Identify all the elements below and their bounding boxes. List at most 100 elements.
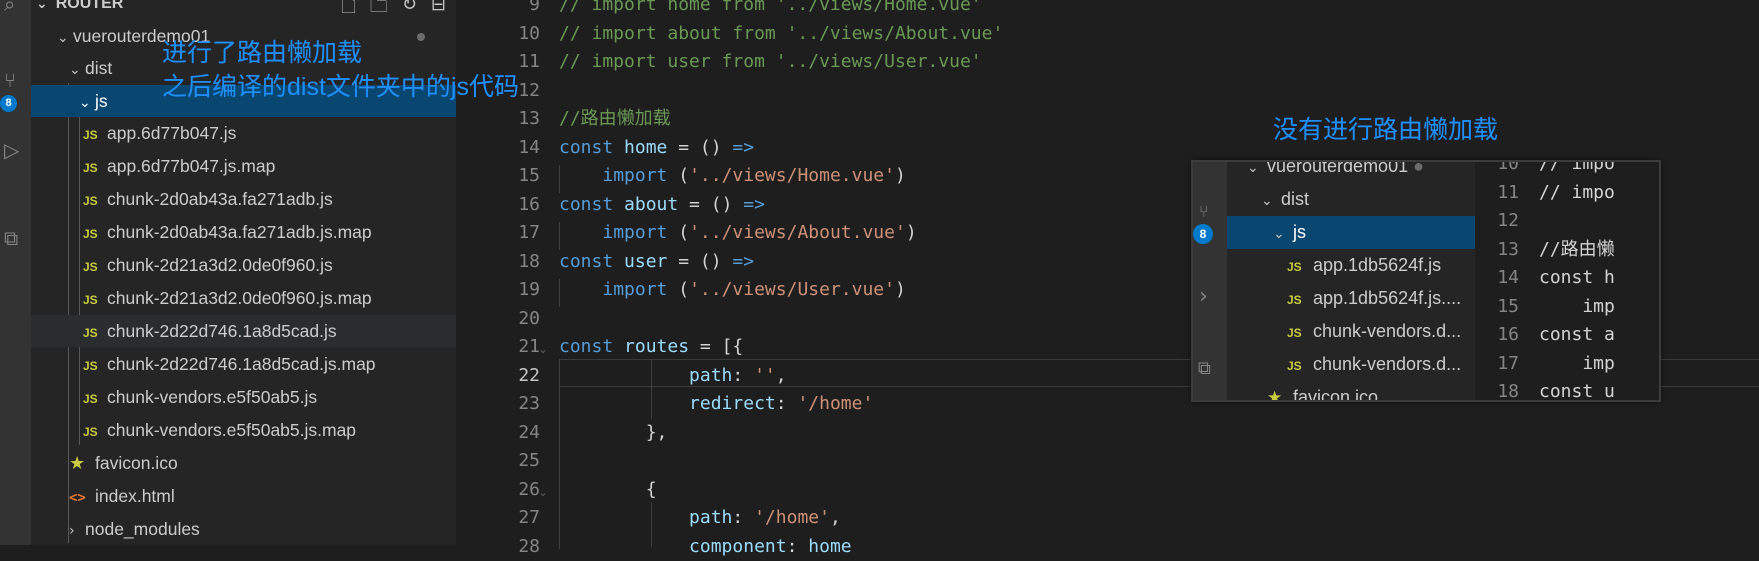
js-folder-label: js bbox=[95, 91, 108, 111]
line-number: 10 bbox=[1475, 162, 1519, 179]
inset-file-item: JSchunk-vendors.d... bbox=[1227, 348, 1475, 381]
line-number: 24 bbox=[456, 419, 540, 448]
file-label: app.6d77b047.js bbox=[107, 123, 236, 143]
line-number: 16 bbox=[1475, 321, 1519, 350]
code-line: const routes = [{ bbox=[559, 333, 743, 362]
js-file-icon: JS bbox=[83, 152, 107, 184]
line-number: 19 bbox=[456, 276, 540, 305]
js-file-icon: JS bbox=[83, 119, 107, 151]
fold-chevron-icon[interactable]: ⌄ bbox=[538, 485, 548, 499]
line-number: 27 bbox=[456, 504, 540, 533]
file-label: favicon.ico bbox=[1293, 387, 1378, 402]
inset-file-item-favicon: ★favicon.ico bbox=[1227, 381, 1475, 402]
line-number: 14 bbox=[456, 134, 540, 163]
line-number: 15 bbox=[1475, 293, 1519, 322]
js-folder-label: js bbox=[1293, 222, 1306, 242]
source-control-icon[interactable]: ⑂ bbox=[4, 70, 16, 90]
run-debug-icon[interactable]: ▷ bbox=[4, 140, 19, 160]
line-number: 17 bbox=[1475, 350, 1519, 379]
activity-bar: ⌕ ⑂ 8 ▷ ⧉ bbox=[0, 0, 31, 545]
js-file-icon: JS bbox=[83, 416, 107, 448]
inset-activity-bar: ⑂ 8 › ⧉ bbox=[1193, 162, 1227, 400]
code-fragment: imp bbox=[1539, 293, 1615, 322]
html-file-icon: <> bbox=[69, 482, 95, 514]
line-number: 18 bbox=[456, 248, 540, 277]
chevron-right-icon: › bbox=[69, 515, 85, 547]
source-control-badge: 8 bbox=[1193, 224, 1213, 244]
code-fragment: // impo bbox=[1539, 162, 1615, 179]
extensions-icon: ⧉ bbox=[1198, 358, 1211, 379]
js-file-icon: JS bbox=[83, 284, 107, 316]
source-control-icon: ⑂ bbox=[1199, 202, 1209, 221]
file-item[interactable]: JSapp.6d77b047.js.map bbox=[31, 150, 456, 182]
annotation-not-lazy-loaded: 没有进行路由懒加载 bbox=[1273, 115, 1498, 145]
file-item[interactable]: JSchunk-2d0ab43a.fa271adb.js bbox=[31, 183, 456, 215]
js-file-icon: JS bbox=[83, 317, 107, 349]
js-file-icon: JS bbox=[83, 185, 107, 217]
chevron-down-icon: ⌄ bbox=[36, 0, 48, 12]
search-icon[interactable]: ⌕ bbox=[4, 0, 15, 14]
explorer-section-header[interactable]: ⌄ ROUTER bbox=[36, 0, 123, 17]
line-number: 13 bbox=[1475, 236, 1519, 265]
file-label: chunk-2d22d746.1a8d5cad.js bbox=[107, 321, 337, 341]
code-line: }, bbox=[559, 419, 667, 448]
js-file-icon: JS bbox=[1287, 284, 1313, 315]
file-item[interactable]: JSchunk-2d22d746.1a8d5cad.js bbox=[31, 315, 456, 347]
dist-label: dist bbox=[85, 58, 112, 78]
file-label: index.html bbox=[95, 486, 175, 506]
file-label: favicon.ico bbox=[95, 453, 178, 473]
file-item[interactable]: JSchunk-vendors.e5f50ab5.js bbox=[31, 381, 456, 413]
file-item[interactable]: JSchunk-2d21a3d2.0de0f960.js bbox=[31, 249, 456, 281]
file-label: chunk-vendors.d... bbox=[1313, 321, 1461, 341]
line-number: 28 bbox=[456, 533, 540, 561]
tree-item-node-modules[interactable]: ›node_modules bbox=[31, 513, 456, 545]
source-control-badge: 8 bbox=[0, 95, 17, 112]
file-item[interactable]: JSchunk-2d22d746.1a8d5cad.js.map bbox=[31, 348, 456, 380]
file-label: chunk-vendors.e5f50ab5.js bbox=[107, 387, 317, 407]
line-number: 18 bbox=[1475, 378, 1519, 400]
extensions-icon[interactable]: ⧉ bbox=[4, 228, 18, 248]
inset-editor: 10 11 12 13 14 15 16 17 18 // impo // im… bbox=[1475, 162, 1659, 400]
code-line: const about = () => bbox=[559, 191, 765, 220]
code-fragment: // impo bbox=[1539, 179, 1615, 208]
chevron-down-icon: ⌄ bbox=[1273, 218, 1293, 249]
file-label: chunk-vendors.e5f50ab5.js.map bbox=[107, 420, 356, 440]
chevron-down-icon: ⌄ bbox=[79, 87, 95, 119]
code-line: const home = () => bbox=[559, 134, 754, 163]
code-line: import ('../views/Home.vue') bbox=[559, 162, 906, 191]
chevron-down-icon: ⌄ bbox=[1247, 160, 1267, 183]
chevron-down-icon: ⌄ bbox=[1261, 185, 1281, 216]
inset-screenshot: ⑂ 8 › ⧉ ⌄vuerouterdemo01 ● ⌄dist ⌄js JSa… bbox=[1191, 160, 1661, 402]
js-file-icon: JS bbox=[83, 218, 107, 250]
file-item-favicon[interactable]: ★favicon.ico bbox=[31, 447, 456, 479]
fold-chevron-icon[interactable]: ⌄ bbox=[538, 342, 548, 356]
line-number: 20 bbox=[456, 305, 540, 334]
code-fragment: imp bbox=[1539, 350, 1615, 379]
js-file-icon: JS bbox=[1287, 251, 1313, 282]
line-number: 12 bbox=[1475, 207, 1519, 236]
code-line: // import user from '../views/User.vue' bbox=[559, 48, 982, 77]
chevron-down-icon: ⌄ bbox=[69, 54, 85, 86]
modified-dot-icon: ● bbox=[1413, 160, 1424, 176]
code-line: component: home bbox=[559, 533, 852, 561]
line-number: 25 bbox=[456, 447, 540, 476]
section-title: ROUTER bbox=[56, 0, 124, 12]
code-line: // import home from '../views/Home.vue' bbox=[559, 0, 982, 20]
inset-file-item: JSapp.1db5624f.js.... bbox=[1227, 282, 1475, 315]
file-item-index[interactable]: <>index.html bbox=[31, 480, 456, 512]
file-item[interactable]: JSapp.6d77b047.js bbox=[31, 117, 456, 149]
code-line: redirect: '/home' bbox=[559, 390, 873, 419]
file-label: chunk-vendors.d... bbox=[1313, 354, 1461, 374]
line-number: 23 bbox=[456, 390, 540, 419]
file-label: chunk-2d0ab43a.fa271adb.js.map bbox=[107, 222, 372, 242]
star-icon: ★ bbox=[1267, 382, 1293, 402]
file-item[interactable]: JSchunk-2d0ab43a.fa271adb.js.map bbox=[31, 216, 456, 248]
code-line: const user = () => bbox=[559, 248, 754, 277]
inset-tree-item-project: ⌄vuerouterdemo01 ● bbox=[1227, 160, 1475, 183]
file-label: chunk-2d21a3d2.0de0f960.js bbox=[107, 255, 333, 275]
file-label: chunk-2d0ab43a.fa271adb.js bbox=[107, 189, 333, 209]
file-item[interactable]: JSchunk-vendors.e5f50ab5.js.map bbox=[31, 414, 456, 446]
file-item[interactable]: JSchunk-2d21a3d2.0de0f960.js.map bbox=[31, 282, 456, 314]
line-number: 11 bbox=[1475, 179, 1519, 208]
code-fragment: //路由懒 bbox=[1539, 236, 1615, 265]
